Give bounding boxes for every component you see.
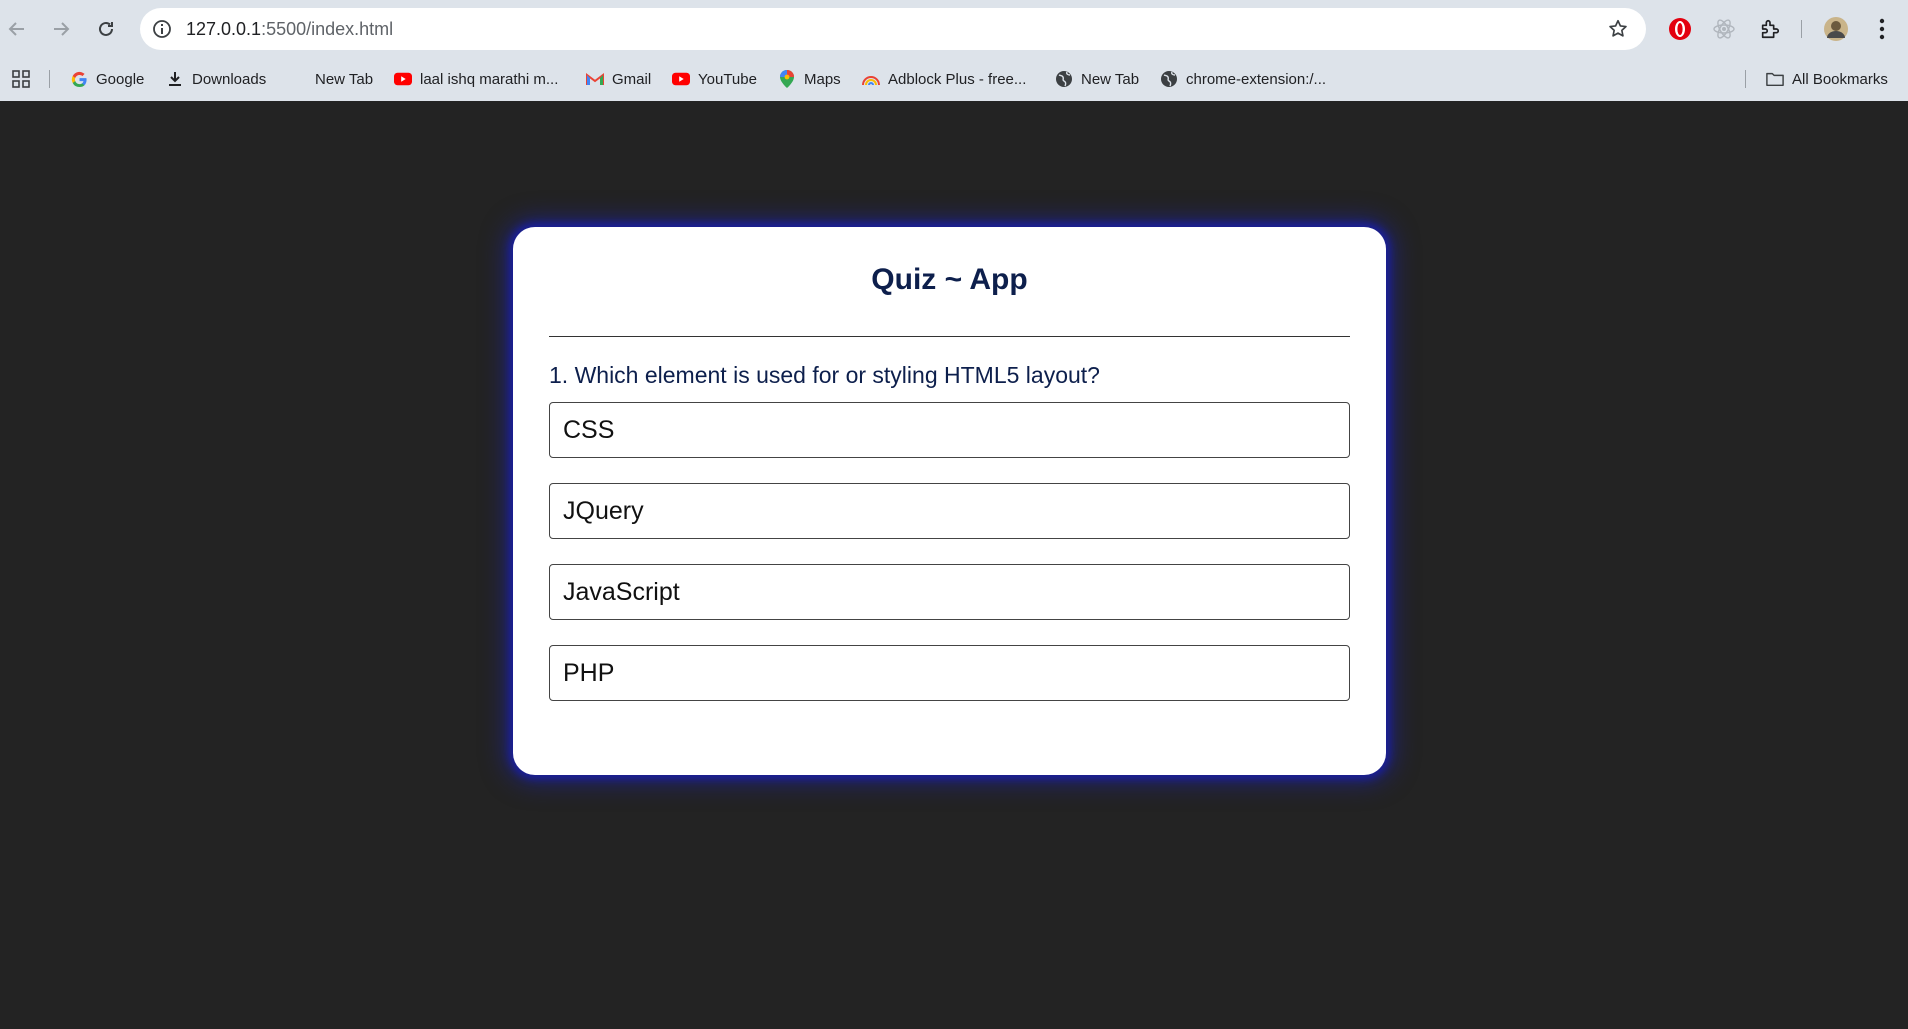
bookmark-downloads[interactable]: Downloads [166,66,266,92]
bookmarks-divider [49,70,50,88]
answer-option[interactable]: JQuery [549,483,1350,539]
folder-icon [1766,70,1784,88]
url-text[interactable]: 127.0.0.1:5500/index.html [186,19,393,40]
bookmark-label: New Tab [1081,70,1140,88]
globe-icon [1160,70,1178,88]
react-devtools-icon[interactable] [1710,15,1738,43]
bookmark-label: Maps [804,70,841,88]
bookmark-label: chrome-extension:/... [1186,70,1327,88]
browser-menu-icon[interactable] [1868,15,1896,43]
youtube-icon [672,70,690,88]
forward-arrow-icon [54,22,70,36]
url-path: :5500/index.html [261,19,394,39]
maps-pin-icon [778,70,796,88]
toolbar-divider [1801,20,1802,38]
bookmark-google[interactable]: Google [70,66,144,92]
blank-page-icon [289,70,307,88]
bookmark-label: Google [96,70,145,88]
forward-button[interactable] [44,12,78,46]
all-bookmarks-button[interactable]: All Bookmarks [1766,66,1888,92]
quiz-card: Quiz ~ App 1. Which element is used for … [513,227,1386,775]
gmail-icon [586,70,604,88]
bookmark-maps[interactable]: Maps [778,66,841,92]
question-text: 1. Which element is used for or styling … [549,362,1100,388]
extensions-puzzle-icon[interactable] [1756,15,1784,43]
bookmark-youtube[interactable]: YouTube [672,66,757,92]
answer-option[interactable]: PHP [549,645,1350,701]
bookmarks-bar: Google Downloads New Tab laal ishq marat… [0,58,1908,101]
bookmark-label: Downloads [192,70,267,88]
back-arrow-icon [8,22,24,36]
bookmark-chrome-extension[interactable]: chrome-extension:/... [1160,66,1326,92]
bookmark-label: New Tab [315,70,374,88]
bookmark-new-tab-2[interactable]: New Tab [1055,66,1139,92]
google-icon [70,70,88,88]
all-bookmarks-label: All Bookmarks [1792,70,1888,88]
site-info-icon[interactable] [150,17,174,41]
bookmark-star-icon[interactable] [1606,17,1630,41]
bookmark-label: YouTube [698,70,757,88]
bookmark-label: Gmail [612,70,652,88]
title-divider [549,336,1350,337]
quiz-title: Quiz ~ App [871,263,1028,296]
answer-option[interactable]: JavaScript [549,564,1350,620]
profile-avatar[interactable] [1822,15,1850,43]
bookmark-adblock-plus[interactable]: Adblock Plus - free... [862,66,1026,92]
apps-grid-icon[interactable] [12,66,30,92]
reload-icon [99,21,113,36]
browser-chrome: 127.0.0.1:5500/index.html Google Downloa… [0,0,1908,101]
bookmarks-right-divider [1745,70,1746,88]
answer-option[interactable]: CSS [549,402,1350,458]
browser-toolbar: 127.0.0.1:5500/index.html [0,0,1908,58]
bookmark-new-tab[interactable]: New Tab [289,66,373,92]
globe-icon [1055,70,1073,88]
bookmark-laal-ishq[interactable]: laal ishq marathi m... [394,66,558,92]
bookmark-label: Adblock Plus - free... [888,70,1027,88]
download-icon [166,70,184,88]
opera-extension-icon[interactable] [1666,15,1694,43]
reload-button[interactable] [89,12,123,46]
url-host: 127.0.0.1 [186,19,262,39]
bookmark-gmail[interactable]: Gmail [586,66,651,92]
youtube-icon [394,70,412,88]
back-button[interactable] [0,12,34,46]
address-bar[interactable]: 127.0.0.1:5500/index.html [140,8,1646,50]
bookmark-label: laal ishq marathi m... [420,70,559,88]
rainbow-icon [862,70,880,88]
